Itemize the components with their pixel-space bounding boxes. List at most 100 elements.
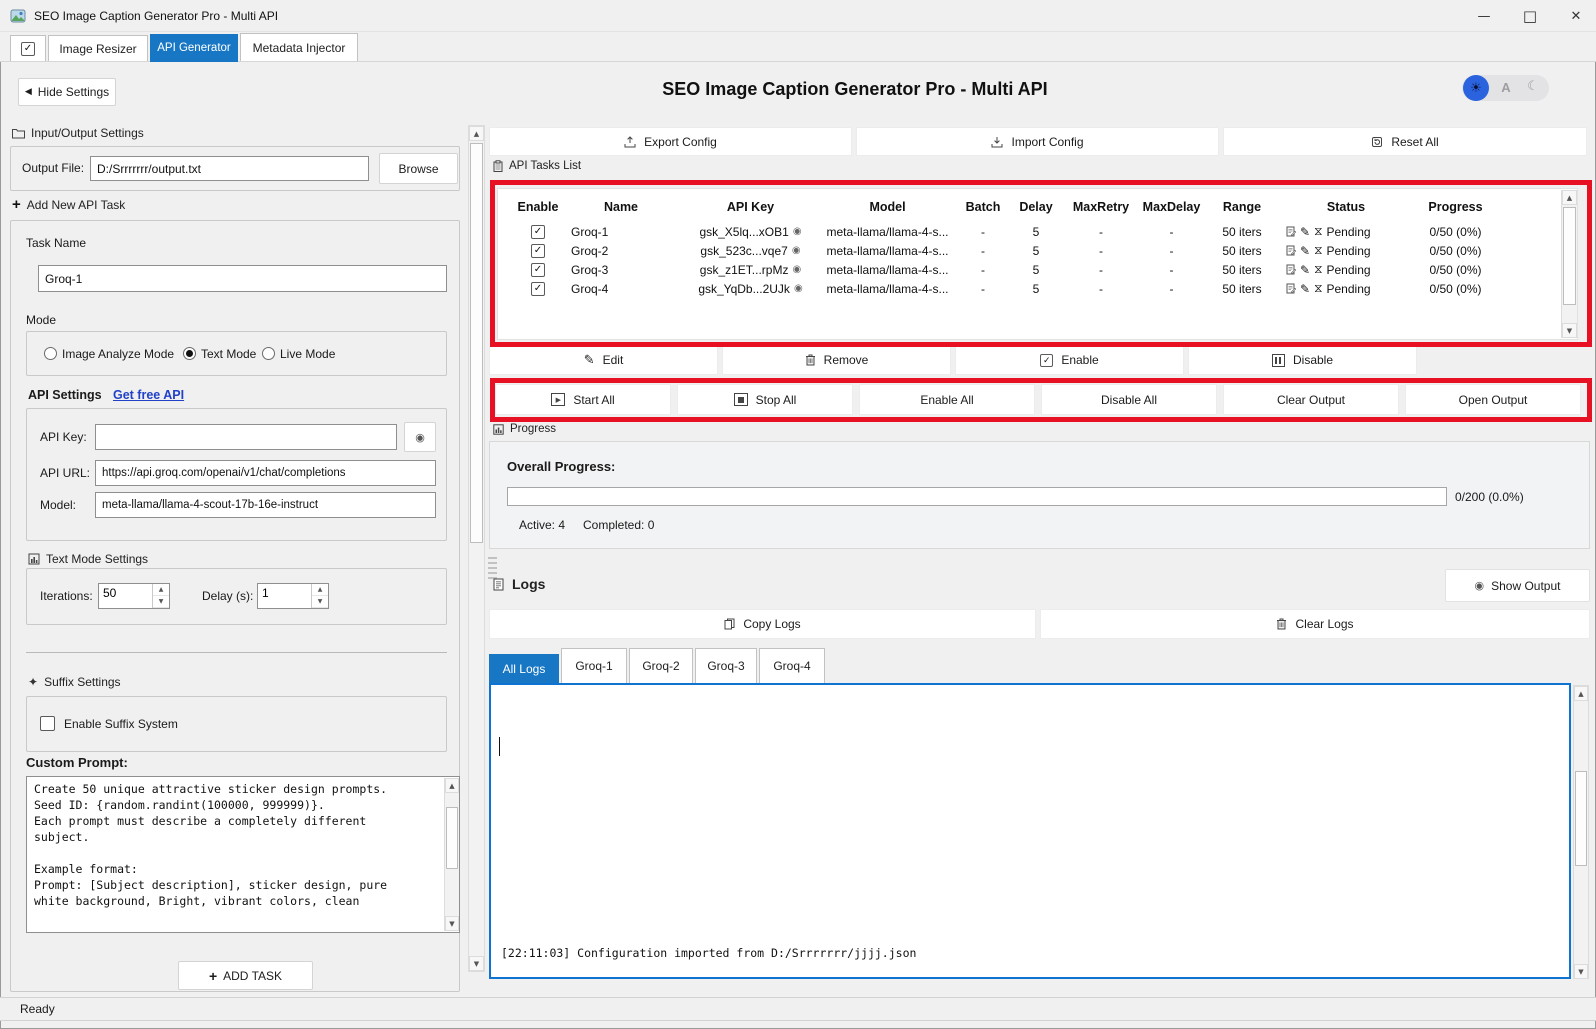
mode-label: Mode — [26, 313, 56, 327]
status-cell: Pending — [1327, 225, 1371, 239]
get-free-api-link[interactable]: Get free API — [113, 388, 184, 402]
enable-all-button[interactable]: Enable All — [859, 384, 1035, 415]
output-file-input[interactable] — [90, 156, 369, 181]
api-settings-label: API Settings — [28, 388, 102, 402]
iterations-input[interactable] — [103, 586, 149, 600]
api-key-visibility-button[interactable]: ◉ — [404, 422, 436, 452]
scrollbar-thumb[interactable] — [1563, 207, 1576, 305]
radio-text-mode[interactable] — [183, 347, 196, 360]
log-tab-groq-1[interactable]: Groq-1 — [561, 648, 627, 683]
trash-icon — [805, 354, 816, 366]
edit-button[interactable]: ✎ Edit — [489, 345, 718, 375]
task-name-cell: Groq-2 — [571, 241, 671, 260]
tab-metadata-injector[interactable]: Metadata Injector — [240, 33, 358, 61]
table-scrollbar[interactable]: ▲ ▼ — [1561, 190, 1577, 338]
log-scrollbar[interactable]: ▲ ▼ — [1573, 685, 1589, 979]
minimize-button[interactable]: — — [1469, 4, 1499, 28]
theme-light-sun-icon[interactable]: ☀ — [1463, 75, 1489, 101]
model-input[interactable] — [95, 492, 436, 518]
reset-all-button[interactable]: Reset All — [1223, 127, 1587, 156]
iterations-stepper[interactable]: ▲▼ — [98, 583, 170, 609]
row-enable-checkbox[interactable]: ✓ — [531, 244, 545, 258]
clear-output-button[interactable]: Clear Output — [1223, 384, 1399, 415]
tab-checkbox[interactable]: ✓ — [10, 35, 46, 61]
progress-icon — [493, 424, 504, 435]
progress-cell: 0/50 (0%) — [1403, 222, 1508, 241]
column-header: Range — [1206, 197, 1278, 216]
scroll-up-icon[interactable]: ▲ — [469, 126, 484, 141]
log-tab-groq-4[interactable]: Groq-4 — [759, 648, 825, 683]
prompt-scrollbar[interactable]: ▲ ▼ — [444, 778, 459, 931]
step-down-icon[interactable]: ▼ — [153, 596, 169, 608]
scrollbar-thumb[interactable] — [1575, 771, 1587, 866]
logs-label: Logs — [512, 576, 545, 592]
eye-icon[interactable]: ◉ — [792, 264, 801, 275]
delay-input[interactable] — [262, 586, 308, 600]
reset-all-label: Reset All — [1391, 135, 1438, 149]
copy-logs-button[interactable]: Copy Logs — [489, 609, 1036, 639]
radio-live-mode[interactable] — [262, 347, 275, 360]
tab-api-generator[interactable]: API Generator — [150, 34, 238, 62]
stepper-arrows[interactable]: ▲▼ — [311, 584, 328, 608]
scroll-up-icon[interactable]: ▲ — [1562, 190, 1577, 205]
api-tasks-list-section: API Tasks List — [493, 160, 581, 172]
maximize-button[interactable]: □ — [1515, 4, 1545, 28]
stop-all-button[interactable]: Stop All — [677, 384, 853, 415]
row-enable-checkbox[interactable]: ✓ — [531, 225, 545, 239]
tab-image-resizer[interactable]: Image Resizer — [48, 35, 148, 61]
import-config-button[interactable]: Import Config — [856, 127, 1219, 156]
radio-image-analyze-mode[interactable] — [44, 347, 57, 360]
column-header: Delay — [1011, 197, 1061, 216]
open-output-button[interactable]: Open Output — [1405, 384, 1581, 415]
disable-all-button[interactable]: Disable All — [1041, 384, 1217, 415]
scroll-up-icon[interactable]: ▲ — [445, 778, 459, 793]
scroll-down-icon[interactable]: ▼ — [1562, 323, 1577, 338]
remove-label: Remove — [824, 353, 869, 367]
delay-stepper[interactable]: ▲▼ — [257, 583, 329, 609]
eye-icon[interactable]: ◉ — [793, 226, 802, 237]
log-tab-label: Groq-2 — [642, 659, 679, 673]
theme-auto-button[interactable]: A — [1497, 80, 1515, 95]
log-tab-groq-2[interactable]: Groq-2 — [629, 648, 693, 683]
hide-settings-button[interactable]: ◀ Hide Settings — [18, 78, 116, 106]
api-key-input[interactable] — [95, 424, 397, 450]
scroll-down-icon[interactable]: ▼ — [469, 956, 484, 971]
range-cell: 50 iters — [1206, 279, 1278, 298]
scroll-up-icon[interactable]: ▲ — [1574, 686, 1588, 701]
eye-icon[interactable]: ◉ — [792, 245, 801, 256]
enable-suffix-checkbox[interactable] — [40, 716, 55, 731]
stepper-arrows[interactable]: ▲▼ — [152, 584, 169, 608]
disable-button[interactable]: Disable — [1188, 345, 1417, 375]
row-enable-checkbox[interactable]: ✓ — [531, 263, 545, 277]
start-all-button[interactable]: ▶ Start All — [495, 384, 671, 415]
scrollbar-thumb[interactable] — [446, 807, 458, 869]
scroll-down-icon[interactable]: ▼ — [445, 916, 459, 931]
step-down-icon[interactable]: ▼ — [312, 596, 328, 608]
scroll-down-icon[interactable]: ▼ — [1574, 964, 1588, 979]
show-output-button[interactable]: ◉ Show Output — [1445, 569, 1590, 602]
api-url-input[interactable] — [95, 460, 436, 486]
log-tab-all-logs[interactable]: All Logs — [489, 654, 559, 683]
browse-button[interactable]: Browse — [379, 153, 458, 184]
log-tab-groq-3[interactable]: Groq-3 — [695, 648, 757, 683]
export-config-label: Export Config — [644, 135, 717, 149]
add-task-button-label: ADD TASK — [223, 969, 282, 983]
clear-logs-button[interactable]: Clear Logs — [1040, 609, 1590, 639]
export-config-button[interactable]: Export Config — [489, 127, 852, 156]
log-viewer[interactable]: [22:11:03] Configuration imported from D… — [489, 683, 1571, 979]
step-up-icon[interactable]: ▲ — [312, 584, 328, 596]
close-button[interactable]: ✕ — [1561, 4, 1591, 28]
scrollbar-thumb[interactable] — [470, 143, 483, 543]
step-up-icon[interactable]: ▲ — [153, 584, 169, 596]
task-name-input[interactable] — [38, 265, 447, 292]
custom-prompt-textarea[interactable]: Create 50 unique attractive sticker desi… — [26, 776, 460, 933]
remove-button[interactable]: Remove — [722, 345, 951, 375]
eye-icon[interactable]: ◉ — [794, 283, 803, 294]
theme-dark-moon-icon[interactable]: ☾ — [1522, 79, 1544, 94]
settings-scrollbar[interactable]: ▲ ▼ — [468, 125, 485, 972]
add-task-button[interactable]: + ADD TASK — [178, 961, 313, 990]
enable-button[interactable]: ✓ Enable — [955, 345, 1184, 375]
column-header: MaxRetry — [1066, 197, 1136, 216]
row-enable-checkbox[interactable]: ✓ — [531, 282, 545, 296]
text-mode-settings-label: Text Mode Settings — [46, 552, 148, 566]
